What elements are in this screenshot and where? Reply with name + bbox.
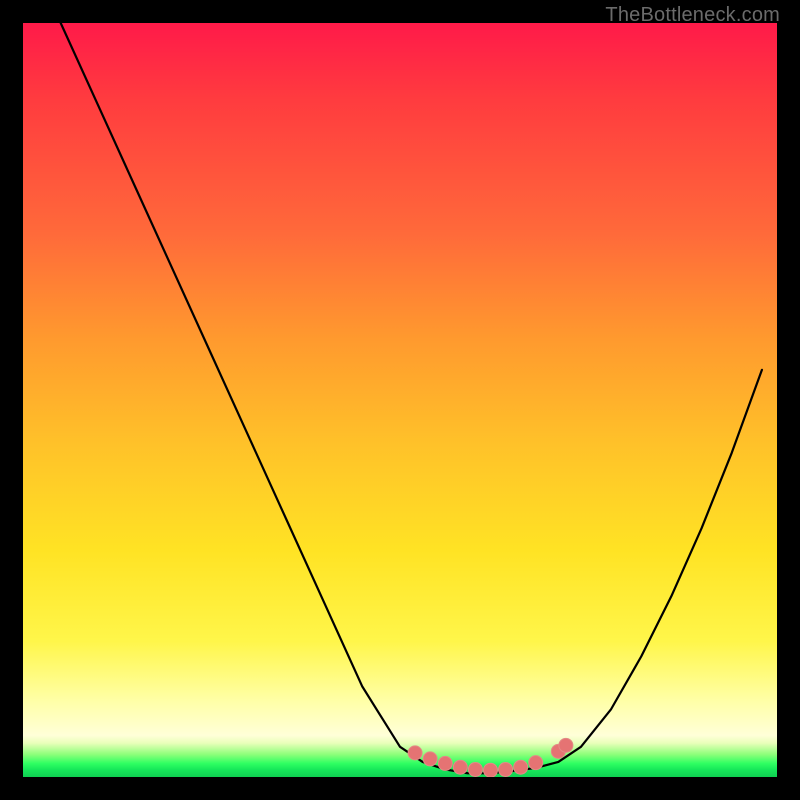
peak-marker: [453, 760, 467, 774]
peak-marker: [514, 760, 528, 774]
plot-area: [23, 23, 777, 777]
marker-layer: [23, 23, 777, 777]
peak-region-markers: [408, 738, 573, 777]
peak-marker: [529, 756, 543, 770]
peak-marker: [423, 752, 437, 766]
peak-marker: [438, 756, 452, 770]
peak-marker: [408, 746, 422, 760]
peak-marker: [483, 763, 497, 777]
peak-marker: [499, 762, 513, 776]
peak-marker: [468, 762, 482, 776]
peak-marker: [559, 738, 573, 752]
chart-stage: TheBottleneck.com: [0, 0, 800, 800]
